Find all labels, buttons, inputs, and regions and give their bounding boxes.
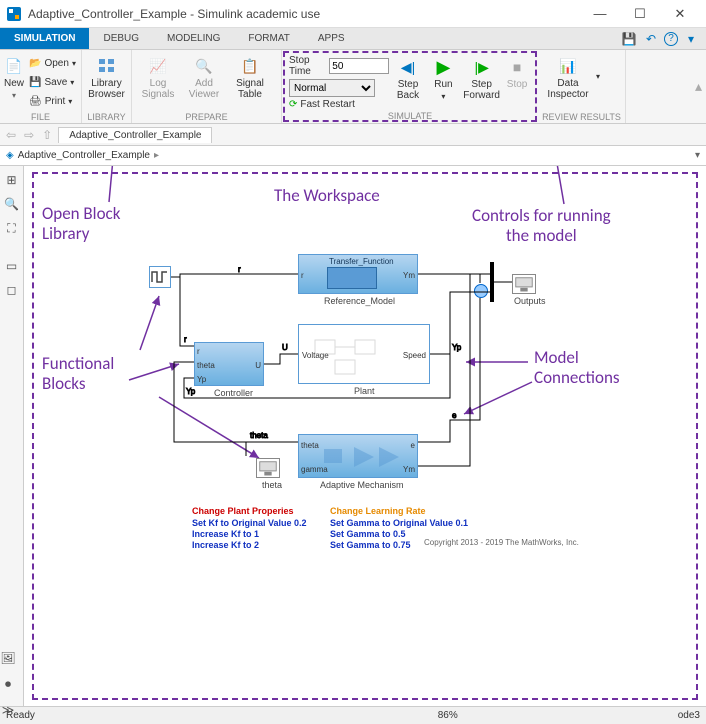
library-browser-button[interactable]: Library Browser xyxy=(86,52,127,111)
data-inspector-button[interactable]: 📊 Data Inspector xyxy=(542,52,594,111)
open-button[interactable]: 📂Open▾ xyxy=(26,54,79,72)
footer-plant-link3[interactable]: Increase Kf to 2 xyxy=(192,540,259,550)
print-icon: 🖨 xyxy=(29,96,42,107)
open-icon: 📂 xyxy=(29,58,41,69)
footer-lr-header: Change Learning Rate xyxy=(330,506,426,516)
run-button[interactable]: ▶ Run ▾ xyxy=(427,53,460,110)
breadcrumb-arrow-icon: ▸ xyxy=(154,150,159,161)
library-icon xyxy=(97,56,117,76)
step-forward-button[interactable]: |▶ Step Forward xyxy=(462,53,501,110)
nav-up-icon[interactable]: ⇧ xyxy=(40,128,54,142)
status-bar: Ready 86% ode3 xyxy=(0,706,706,724)
footer-lr-link1[interactable]: Set Gamma to Original Value 0.1 xyxy=(330,518,468,528)
signal-table-icon: 📋 xyxy=(240,56,260,76)
undo-icon[interactable]: ↶ xyxy=(642,30,660,48)
status-solver[interactable]: ode3 xyxy=(678,710,700,721)
add-viewer-button[interactable]: 🔍 Add Viewer xyxy=(182,52,226,111)
save-button[interactable]: 💾Save▾ xyxy=(26,73,79,91)
explorer-icon[interactable]: ⊞ xyxy=(4,172,20,188)
footer-lr-link2[interactable]: Set Gamma to 0.5 xyxy=(330,529,406,539)
print-button[interactable]: 🖨Print▾ xyxy=(26,92,79,110)
model-tab-bar: ⇦ ⇨ ⇧ Adaptive_Controller_Example xyxy=(0,124,706,146)
maximize-button[interactable]: ☐ xyxy=(620,0,660,28)
tab-format[interactable]: FORMAT xyxy=(234,28,303,49)
breadcrumb: ◈ Adaptive_Controller_Example ▸ ▾ xyxy=(0,146,706,166)
collapse-ribbon-icon[interactable]: ▾ xyxy=(682,30,700,48)
svg-text:Yp: Yp xyxy=(186,387,196,396)
step-back-icon: ◀| xyxy=(398,57,418,77)
ribbon-tabs: SIMULATION DEBUG MODELING FORMAT APPS 💾 … xyxy=(0,28,706,50)
ribbon: 📄 New ▾ 📂Open▾ 💾Save▾ 🖨Print▾ FILE Libra… xyxy=(0,50,706,124)
sim-mode-select[interactable]: Normal xyxy=(289,79,375,97)
tab-modeling[interactable]: MODELING xyxy=(153,28,234,49)
nav-fwd-icon[interactable]: ⇨ xyxy=(22,128,36,142)
stoptime-input[interactable] xyxy=(329,58,389,74)
svg-text:Yp: Yp xyxy=(452,343,462,352)
help-icon[interactable]: ? xyxy=(664,32,678,46)
tab-apps[interactable]: APPS xyxy=(304,28,359,49)
model-icon: ◈ xyxy=(6,150,14,161)
fast-restart-button[interactable]: Fast Restart xyxy=(300,99,354,110)
save-quick-icon[interactable]: 💾 xyxy=(620,30,638,48)
minimize-button[interactable]: — xyxy=(580,0,620,28)
annotation-icon[interactable]: ◻ xyxy=(4,282,20,298)
svg-text:e: e xyxy=(452,411,457,420)
tool-palette: ⊞ 🔍 ⛶ ▭ ◻ 🖼 ⏺ ≫ xyxy=(0,166,24,706)
stop-button[interactable]: ■ Stop xyxy=(503,53,531,110)
zoom-icon[interactable]: 🔍 xyxy=(4,196,20,212)
step-back-button[interactable]: ◀| Step Back xyxy=(391,53,424,110)
canvas[interactable]: The Workspace Open Block Library Control… xyxy=(24,166,706,706)
footer-plant-link2[interactable]: Increase Kf to 1 xyxy=(192,529,259,539)
group-prepare: 📈 Log Signals 🔍 Add Viewer 📋 Signal Tabl… xyxy=(132,50,282,123)
close-button[interactable]: ✕ xyxy=(660,0,700,28)
dropdown-icon[interactable]: ▾ xyxy=(695,150,700,161)
footer-plant-link1[interactable]: Set Kf to Original Value 0.2 xyxy=(192,518,307,528)
signal-table-button[interactable]: 📋 Signal Table xyxy=(228,52,272,111)
fast-restart-icon: ⟳ xyxy=(289,99,297,110)
ribbon-expand-icon[interactable]: ▴ xyxy=(626,50,706,123)
main-area: ⊞ 🔍 ⛶ ▭ ◻ 🖼 ⏺ ≫ The Workspace Open Block… xyxy=(0,166,706,706)
fit-icon[interactable]: ⛶ xyxy=(4,220,20,236)
step-forward-icon: |▶ xyxy=(472,57,492,77)
new-button[interactable]: 📄 New ▾ xyxy=(4,52,24,111)
viewer-icon: 🔍 xyxy=(194,56,214,76)
hide-icon[interactable]: ▭ xyxy=(4,258,20,274)
gear-icon[interactable]: ≫ xyxy=(0,702,16,718)
new-icon: 📄 xyxy=(4,56,24,76)
footer-copyright: Copyright 2013 - 2019 The MathWorks, Inc… xyxy=(424,538,579,547)
svg-text:U: U xyxy=(282,343,288,352)
status-zoom[interactable]: 86% xyxy=(438,710,458,721)
footer-lr-link3[interactable]: Set Gamma to 0.75 xyxy=(330,540,411,550)
group-library: Library Browser LIBRARY xyxy=(82,50,132,123)
model-tab[interactable]: Adaptive_Controller_Example xyxy=(58,127,212,143)
tab-simulation[interactable]: SIMULATION xyxy=(0,28,89,49)
log-signals-button[interactable]: 📈 Log Signals xyxy=(136,52,180,111)
log-signals-icon: 📈 xyxy=(148,56,168,76)
record-icon[interactable]: ⏺ xyxy=(0,676,16,692)
svg-text:r: r xyxy=(184,335,187,344)
footer-plant-header: Change Plant Properies xyxy=(192,506,294,516)
stop-icon: ■ xyxy=(507,57,527,77)
data-inspector-icon: 📊 xyxy=(558,56,578,76)
wires: r r U Yp Yp e theta xyxy=(24,166,704,506)
titlebar: Adaptive_Controller_Example - Simulink a… xyxy=(0,0,706,28)
svg-text:r: r xyxy=(238,265,241,274)
save-icon: 💾 xyxy=(29,77,41,88)
image-icon[interactable]: 🖼 xyxy=(0,650,16,666)
run-icon: ▶ xyxy=(433,57,453,77)
window-title: Adaptive_Controller_Example - Simulink a… xyxy=(28,7,580,21)
breadcrumb-root[interactable]: Adaptive_Controller_Example xyxy=(18,150,150,161)
nav-back-icon[interactable]: ⇦ xyxy=(4,128,18,142)
app-icon xyxy=(6,6,22,22)
group-review: 📊 Data Inspector ▾ REVIEW RESULTS xyxy=(538,50,626,123)
svg-text:theta: theta xyxy=(250,431,268,440)
stoptime-label: Stop Time xyxy=(289,55,326,77)
group-simulate: Stop Time Normal ⟳ Fast Restart ◀| Step … xyxy=(283,51,537,122)
tab-debug[interactable]: DEBUG xyxy=(89,28,153,49)
group-file: 📄 New ▾ 📂Open▾ 💾Save▾ 🖨Print▾ FILE xyxy=(0,50,82,123)
